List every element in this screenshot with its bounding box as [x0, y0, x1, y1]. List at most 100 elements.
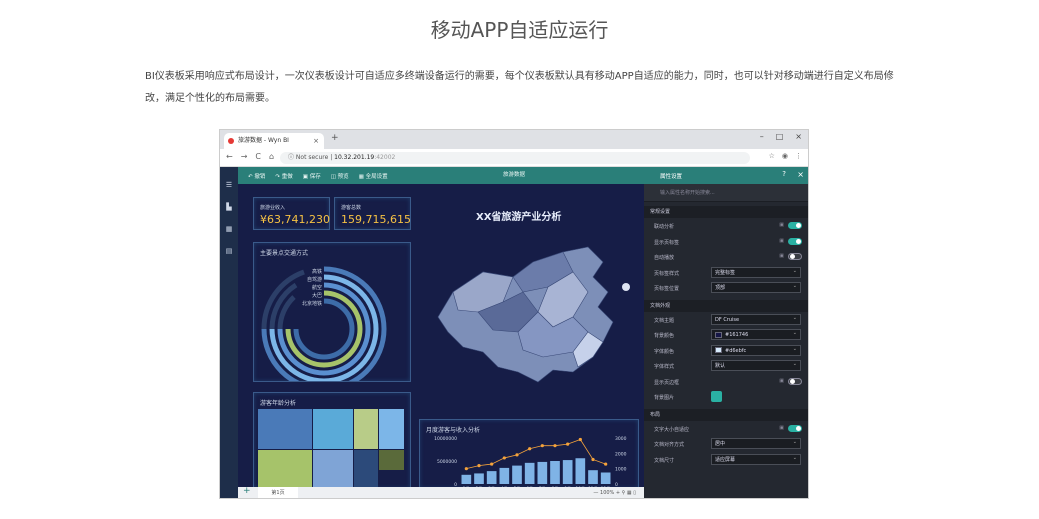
url-field[interactable]: ⓘ Not secure | 10.32.201.19:42002	[280, 152, 750, 164]
chart-bar	[486, 471, 497, 484]
property-label: 自动播放	[654, 255, 675, 261]
browser-tabbar: 旅游数据 - Wyn BI × + – □ ×	[220, 130, 808, 149]
y2-tick-label: 2000	[615, 451, 627, 457]
property-select[interactable]: 适应屏幕	[711, 453, 801, 465]
select-value: #161746	[725, 332, 749, 338]
minimize-icon[interactable]: –	[760, 132, 764, 141]
new-tab-icon[interactable]: +	[331, 133, 339, 143]
bookmark-star-icon[interactable]: ☆	[769, 152, 775, 160]
browser-tab[interactable]: 旅游数据 - Wyn BI ×	[224, 133, 324, 149]
reload-icon[interactable]: C	[255, 152, 261, 161]
color-swatch	[715, 331, 722, 338]
back-icon[interactable]: ←	[226, 152, 233, 161]
select-value: DF Cruise	[715, 316, 740, 323]
close-tab-icon[interactable]: ×	[313, 133, 319, 149]
link-icon[interactable]: ▣	[779, 425, 784, 431]
property-label: 背景颜色	[654, 333, 675, 339]
monthly-chart-card[interactable]: 月度游客与收入分析 100000005000000030002000100001…	[419, 419, 639, 490]
redo-button[interactable]: ↷ 重做	[275, 172, 292, 180]
layout-icon[interactable]: ▤	[220, 247, 238, 255]
y2-tick-label: 1000	[615, 467, 627, 473]
radial-label: 航空	[312, 284, 322, 291]
menu-icon[interactable]: ⋮	[795, 152, 802, 160]
property-select[interactable]: #161746	[711, 328, 801, 340]
toggle-switch[interactable]	[788, 424, 802, 432]
chart-point	[540, 444, 544, 448]
property-select[interactable]: DF Cruise	[711, 313, 801, 325]
save-label: 保存	[309, 173, 321, 180]
panel-title: 属性设置	[660, 174, 683, 180]
color-swatch	[715, 347, 722, 353]
link-icon[interactable]: ▣	[779, 253, 784, 259]
link-icon[interactable]: ▣	[779, 222, 784, 228]
forward-icon[interactable]: →	[241, 152, 248, 161]
chart-point	[515, 453, 519, 457]
kpi-value: 159,715,615	[341, 213, 411, 226]
property-search[interactable]: 输入属性名称开始搜索...	[644, 184, 808, 202]
property-select[interactable]: 完整标签	[711, 266, 801, 278]
property-label: 显示页边框	[654, 379, 680, 386]
transport-chart-card[interactable]: 主要景点交通方式 高铁 自驾游 航空 大巴 北京地铁	[253, 242, 411, 382]
search-placeholder: 输入属性名称开始搜索...	[660, 190, 715, 196]
select-value: 顶部	[715, 285, 726, 291]
security-label: Not secure	[295, 154, 329, 161]
toggle-switch[interactable]	[788, 377, 802, 385]
radial-label: 大巴	[312, 292, 322, 299]
favicon-icon	[228, 138, 234, 144]
property-select[interactable]: 居中	[711, 437, 801, 449]
property-row: 背景图片	[644, 389, 808, 405]
zoom-in-icon[interactable]	[622, 283, 630, 291]
property-row: 文档对齐方式 居中	[644, 436, 808, 452]
toggle-switch[interactable]	[788, 222, 802, 229]
chart-point	[502, 456, 506, 460]
property-row: 文字大小自适应 ▣	[644, 421, 808, 437]
save-button[interactable]: ▣ 保存	[303, 172, 321, 180]
kpi-card-visitors[interactable]: 游客总数 159,715,615	[334, 197, 411, 230]
grid-icon[interactable]: ▦	[220, 225, 238, 233]
menu-hamburger-icon[interactable]: ☰	[220, 181, 238, 189]
property-label: 联动分析	[654, 224, 675, 230]
property-select[interactable]: 默认	[711, 359, 801, 371]
china-map[interactable]	[423, 232, 633, 392]
maximize-icon[interactable]: □	[776, 132, 784, 141]
kpi-label: 游客总数	[341, 205, 362, 211]
chart-bar	[461, 474, 472, 484]
preview-button[interactable]: ◫ 预览	[331, 172, 349, 180]
toggle-switch[interactable]	[788, 253, 802, 260]
property-select[interactable]: #d6ebfc	[711, 344, 801, 356]
property-label: 文档对齐方式	[654, 442, 685, 448]
component-icon[interactable]: ▙	[220, 203, 238, 211]
property-select[interactable]: 顶部	[711, 281, 801, 293]
zoom-control[interactable]: — 100% + ⚲ ▦ ▯	[593, 487, 636, 498]
undo-button[interactable]: ↶ 撤销	[248, 172, 265, 180]
help-icon[interactable]: ?	[782, 170, 786, 178]
address-bar-row: ← → C ⌂ ⓘ Not secure | 10.32.201.19:42002 ☆…	[220, 149, 808, 167]
age-treemap-card[interactable]: 游客年龄分析	[253, 392, 411, 489]
add-sheet-icon[interactable]: +	[243, 486, 251, 496]
link-icon[interactable]: ▣	[779, 238, 784, 244]
property-label: 文档尺寸	[654, 457, 675, 464]
radial-ring	[261, 269, 305, 330]
close-window-icon[interactable]: ×	[795, 132, 802, 141]
property-row: 页标签样式 完整标签	[644, 265, 808, 281]
panel-section-header: 布局	[644, 408, 808, 421]
dashboard-title: 旅游数据	[503, 172, 526, 178]
kpi-card-revenue[interactable]: 旅游业收入 ¥63,741,230	[253, 197, 330, 230]
property-row: 文档主题 DF Cruise	[644, 312, 808, 328]
home-icon[interactable]: ⌂	[269, 152, 274, 161]
property-label: 字体样式	[654, 364, 675, 370]
chart-point	[528, 447, 532, 451]
fullscreen-button[interactable]: ▦ 全局设置	[359, 172, 388, 180]
image-picker-icon[interactable]	[711, 391, 722, 402]
toggle-switch[interactable]	[788, 237, 802, 245]
select-value: 默认	[715, 363, 726, 369]
property-label: 页标签位置	[654, 286, 680, 292]
property-row: 页标签位置 顶部	[644, 280, 808, 296]
property-label: 显示页标签	[654, 239, 680, 246]
close-panel-icon[interactable]: ×	[797, 170, 804, 179]
sheet-tab[interactable]: 第1页	[258, 487, 298, 498]
link-icon[interactable]: ▣	[779, 378, 784, 384]
radial-label: 自驾游	[307, 276, 322, 283]
chart-point	[578, 437, 582, 442]
account-icon[interactable]: ◉	[782, 152, 788, 160]
